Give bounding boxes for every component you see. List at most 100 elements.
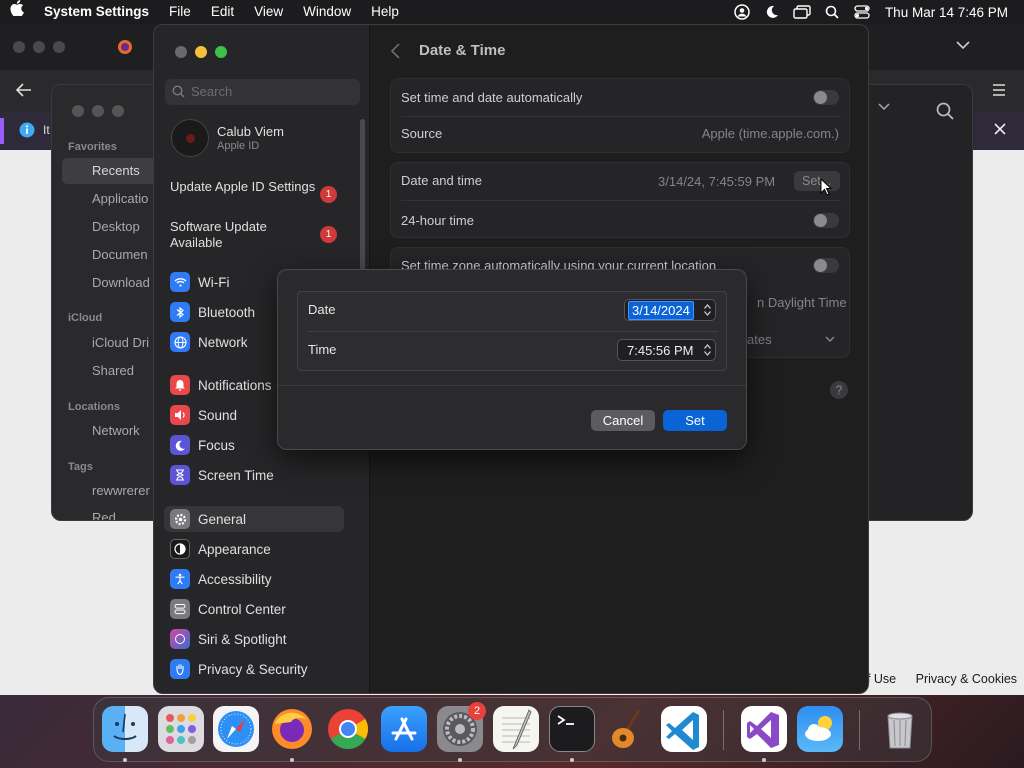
tab-list-chevron-icon[interactable] <box>956 40 970 50</box>
finder-minimize-button[interactable] <box>92 105 104 117</box>
finder-zoom-button[interactable] <box>112 105 124 117</box>
auto-time-toggle[interactable] <box>813 90 839 105</box>
help-button[interactable]: ? <box>830 381 848 399</box>
sidebar-item-accessibility[interactable]: Accessibility <box>170 566 272 592</box>
time-stepper-field[interactable]: 7:45:56 PM <box>617 339 716 361</box>
visual-studio-dock-icon[interactable] <box>741 706 787 752</box>
24-hour-toggle[interactable] <box>813 213 839 228</box>
chrome-dock-icon[interactable] <box>325 706 371 752</box>
menu-view[interactable]: View <box>244 0 293 24</box>
terminal-dock-icon[interactable] <box>549 706 595 752</box>
window-zoom-button[interactable] <box>215 46 227 58</box>
tz-auto-toggle[interactable] <box>813 258 839 273</box>
user-name[interactable]: Calub Viem <box>217 124 284 139</box>
sidebar-item-network[interactable]: Network <box>170 329 248 355</box>
sidebar-item-control-center[interactable]: Control Center <box>170 596 286 622</box>
cancel-button[interactable]: Cancel <box>591 410 655 431</box>
finder-tag-item[interactable]: rewwrerer <box>92 483 150 498</box>
back-arrow-icon[interactable] <box>16 83 32 97</box>
firefox-tab-icon[interactable] <box>117 39 133 55</box>
sidebar-item-label: Siri & Spotlight <box>198 631 287 647</box>
textedit-dock-icon[interactable] <box>493 706 539 752</box>
firefox-dock-icon[interactable] <box>269 706 315 752</box>
finder-dock-icon[interactable] <box>102 706 148 752</box>
user-account-icon[interactable] <box>727 0 757 24</box>
sidebar-item-label: Control Center <box>198 601 286 617</box>
finder-item-documents[interactable]: Documen <box>92 247 148 262</box>
time-value[interactable]: 7:45:56 PM <box>627 343 694 358</box>
menu-help[interactable]: Help <box>361 0 409 24</box>
sidebar-item-notifications[interactable]: Notifications <box>170 372 272 398</box>
privacy-cookies-link[interactable]: Privacy & Cookies <box>916 672 1017 686</box>
set-button[interactable]: Set <box>663 410 727 431</box>
weather-dock-icon[interactable] <box>797 706 843 752</box>
stepper-arrows-icon[interactable] <box>703 343 712 357</box>
sidebar-item-bluetooth[interactable]: Bluetooth <box>170 299 255 325</box>
browser-zoom-button[interactable] <box>53 41 65 53</box>
finder-item-applications[interactable]: Applicatio <box>92 191 148 206</box>
set-date-time-button[interactable]: Set... <box>794 171 840 191</box>
spotlight-search-icon[interactable] <box>817 0 847 24</box>
sidebar-item-privacy-security[interactable]: Privacy & Security <box>170 656 308 682</box>
launchpad-dock-icon[interactable] <box>158 706 204 752</box>
search-icon <box>172 85 185 98</box>
finder-item-icloud-drive[interactable]: iCloud Dri <box>92 335 149 350</box>
terminal-running-indicator <box>570 758 574 762</box>
menu-edit[interactable]: Edit <box>201 0 244 24</box>
trash-dock-icon[interactable] <box>877 706 923 752</box>
menu-window[interactable]: Window <box>293 0 361 24</box>
browser-minimize-button[interactable] <box>33 41 45 53</box>
set-date-time-dialog: Date 3/14/2024 Time 7:45:56 PM Cancel Se… <box>277 269 747 450</box>
update-apple-id-item[interactable]: Update Apple ID Settings <box>170 179 320 195</box>
finder-item-network[interactable]: Network <box>92 423 140 438</box>
control-center-icon[interactable] <box>847 0 877 24</box>
finder-search-icon[interactable] <box>936 102 954 120</box>
menu-file[interactable]: File <box>159 0 201 24</box>
finder-item-recents[interactable]: Recents <box>92 163 140 178</box>
back-chevron-icon[interactable] <box>391 43 400 59</box>
info-bar-close-icon[interactable] <box>993 122 1007 136</box>
appearance-icon <box>170 539 190 559</box>
finder-item-desktop[interactable]: Desktop <box>92 219 140 234</box>
settings-search-field[interactable]: Search <box>165 79 360 105</box>
screen-mirroring-icon[interactable] <box>787 0 817 24</box>
avatar[interactable] <box>171 119 209 157</box>
finder-close-button[interactable] <box>72 105 84 117</box>
date-stepper-field[interactable]: 3/14/2024 <box>624 299 716 321</box>
sidebar-item-label: Focus <box>198 437 235 453</box>
sidebar-item-appearance[interactable]: Appearance <box>170 536 271 562</box>
menubar-clock[interactable]: Thu Mar 14 7:46 PM <box>877 5 1024 20</box>
window-close-button[interactable] <box>175 46 187 58</box>
sidebar-item-general[interactable]: General <box>170 506 246 532</box>
app-store-dock-icon[interactable] <box>381 706 427 752</box>
sidebar-item-focus[interactable]: Focus <box>170 432 235 458</box>
divider <box>401 200 841 201</box>
info-icon <box>19 122 35 138</box>
sidebar-item-label: Notifications <box>198 377 272 393</box>
browser-close-button[interactable] <box>13 41 25 53</box>
safari-dock-icon[interactable] <box>213 706 259 752</box>
window-minimize-button[interactable] <box>195 46 207 58</box>
menu-app-name[interactable]: System Settings <box>34 0 159 24</box>
hand-icon <box>170 659 190 679</box>
page-title: Date & Time <box>419 42 506 59</box>
date-value[interactable]: 3/14/2024 <box>628 300 694 320</box>
time-zone-value: n Daylight Time <box>757 295 847 310</box>
sidebar-item-wifi[interactable]: Wi-Fi <box>170 269 229 295</box>
moon-icon[interactable] <box>757 0 787 24</box>
finder-tag-red[interactable]: Red <box>92 510 116 520</box>
sidebar-item-sound[interactable]: Sound <box>170 402 237 428</box>
chevron-down-icon[interactable] <box>825 336 835 343</box>
sidebar-item-screen-time[interactable]: Screen Time <box>170 462 274 488</box>
hamburger-menu-icon[interactable] <box>992 84 1006 96</box>
garageband-dock-icon[interactable] <box>605 706 651 752</box>
stepper-arrows-icon[interactable] <box>703 303 712 317</box>
apple-menu-icon[interactable] <box>0 0 34 24</box>
vscode-dock-icon[interactable] <box>661 706 707 752</box>
sidebar-item-label: Privacy & Security <box>198 661 308 677</box>
sidebar-item-siri-spotlight[interactable]: Siri & Spotlight <box>170 626 287 652</box>
finder-item-downloads[interactable]: Download <box>92 275 150 290</box>
finder-chevron-icon[interactable] <box>878 103 890 111</box>
finder-item-shared[interactable]: Shared <box>92 363 134 378</box>
software-update-item[interactable]: Software Update Available <box>170 219 320 251</box>
